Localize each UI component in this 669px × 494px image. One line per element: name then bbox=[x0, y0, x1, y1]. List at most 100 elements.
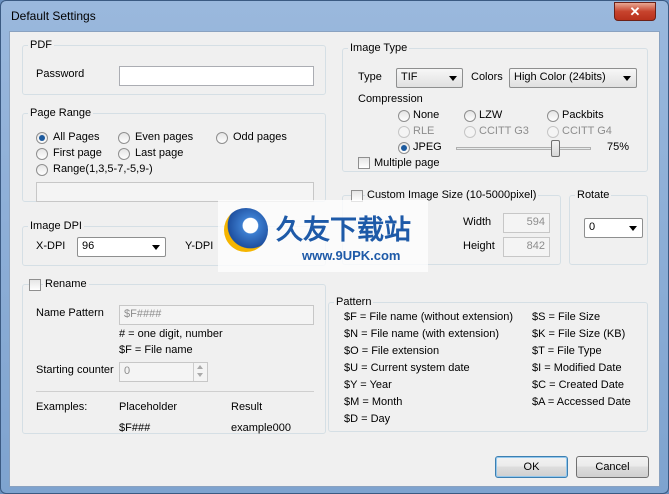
pattern-item: $K = File Size (KB) bbox=[532, 328, 626, 340]
lzw-label[interactable]: LZW bbox=[479, 109, 502, 121]
multiple-page-label[interactable]: Multiple page bbox=[374, 157, 439, 169]
type-value: TIF bbox=[401, 71, 418, 83]
password-field[interactable] bbox=[119, 66, 314, 86]
pattern-item: $I = Modified Date bbox=[532, 362, 622, 374]
pattern-item: $F = File name (without extension) bbox=[344, 311, 514, 323]
none-label[interactable]: None bbox=[413, 109, 439, 121]
jpeg-radio[interactable] bbox=[398, 142, 410, 154]
pattern-item: $O = File extension bbox=[344, 345, 440, 357]
settings-window: Default Settings ✕ PDF Password Page Ran… bbox=[0, 0, 669, 494]
pattern-item: $M = Month bbox=[344, 396, 403, 408]
image-type-label: Image Type bbox=[348, 42, 410, 54]
pdf-group-label: PDF bbox=[28, 39, 54, 51]
rename-group: Rename Name Pattern $F#### # = one digit… bbox=[22, 278, 326, 434]
watermark-url: www.9UPK.com bbox=[302, 248, 401, 263]
ccitt-g4-label[interactable]: CCITT G4 bbox=[562, 125, 612, 137]
watermark-text: 久友下载站 bbox=[276, 215, 411, 245]
example-placeholder: $F### bbox=[119, 422, 151, 434]
window-title: Default Settings bbox=[11, 9, 96, 23]
examples-label: Examples: bbox=[36, 401, 88, 413]
none-radio[interactable] bbox=[398, 110, 410, 122]
even-pages-radio[interactable] bbox=[118, 132, 130, 144]
ccitt-g3-label[interactable]: CCITT G3 bbox=[479, 125, 529, 137]
compression-label: Compression bbox=[358, 93, 423, 105]
pattern-label: Pattern bbox=[334, 296, 374, 308]
jpeg-label[interactable]: JPEG bbox=[413, 141, 442, 153]
even-pages-label[interactable]: Even pages bbox=[135, 131, 193, 143]
last-page-label[interactable]: Last page bbox=[135, 147, 183, 159]
dialog-body: PDF Password Page Range All Pages Even p… bbox=[9, 31, 660, 487]
quality-slider-thumb[interactable] bbox=[551, 140, 561, 157]
multiple-page-checkbox[interactable] bbox=[358, 157, 370, 169]
counter-spin-icon[interactable] bbox=[193, 363, 207, 381]
pattern-left-list: $F = File name (without extension) $N = … bbox=[344, 311, 513, 430]
rotate-select[interactable]: 0 bbox=[584, 218, 643, 238]
cancel-button[interactable]: Cancel bbox=[576, 456, 649, 478]
pattern-item: $T = File Type bbox=[532, 345, 602, 357]
pattern-hint-digit: # = one digit, number bbox=[119, 328, 223, 340]
result-header: Result bbox=[231, 401, 263, 413]
lzw-radio[interactable] bbox=[464, 110, 476, 122]
all-pages-label[interactable]: All Pages bbox=[53, 131, 99, 143]
type-label: Type bbox=[358, 71, 382, 83]
watermark-logo-icon bbox=[224, 208, 268, 252]
range-label[interactable]: Range(1,3,5-7,-5,9-) bbox=[53, 163, 153, 175]
ccitt-g3-radio[interactable] bbox=[464, 126, 476, 138]
colors-label: Colors bbox=[471, 71, 503, 83]
xdpi-label: X-DPI bbox=[36, 240, 66, 252]
rle-radio[interactable] bbox=[398, 126, 410, 138]
pattern-right-list: $S = File Size $K = File Size (KB) $T = … bbox=[532, 311, 631, 413]
range-field[interactable] bbox=[36, 182, 314, 202]
pattern-item: $S = File Size bbox=[532, 311, 601, 323]
rename-checkbox[interactable] bbox=[29, 279, 41, 291]
chevron-down-icon bbox=[152, 245, 160, 250]
all-pages-radio[interactable] bbox=[36, 132, 48, 144]
pdf-group: PDF Password bbox=[22, 39, 326, 95]
pattern-hint-filename: $F = File name bbox=[119, 344, 193, 356]
page-range-group: Page Range All Pages Even pages Odd page… bbox=[22, 107, 326, 202]
ok-button[interactable]: OK bbox=[495, 456, 568, 478]
quality-slider-track[interactable] bbox=[456, 147, 591, 150]
odd-pages-label[interactable]: Odd pages bbox=[233, 131, 287, 143]
password-label: Password bbox=[36, 68, 85, 80]
ydpi-label: Y-DPI bbox=[185, 240, 214, 252]
title-bar: Default Settings ✕ bbox=[1, 1, 668, 31]
last-page-radio[interactable] bbox=[118, 148, 130, 160]
pattern-item: $C = Created Date bbox=[532, 379, 625, 391]
odd-pages-radio[interactable] bbox=[216, 132, 228, 144]
pattern-item: $A = Accessed Date bbox=[532, 396, 631, 408]
rotate-group: Rotate 0 bbox=[569, 189, 648, 265]
ccitt-g4-radio[interactable] bbox=[547, 126, 559, 138]
type-select[interactable]: TIF bbox=[396, 68, 463, 88]
name-pattern-field[interactable]: $F#### bbox=[119, 305, 314, 325]
height-label: Height bbox=[463, 240, 495, 252]
packbits-radio[interactable] bbox=[547, 110, 559, 122]
width-field[interactable]: 594 bbox=[503, 213, 550, 233]
pattern-group: Pattern $F = File name (without extensio… bbox=[328, 296, 648, 432]
example-result: example000 bbox=[231, 422, 291, 434]
starting-counter-label: Starting counter bbox=[36, 364, 114, 376]
colors-select[interactable]: High Color (24bits) bbox=[509, 68, 637, 88]
image-type-group: Image Type Type TIF Colors High Color (2… bbox=[342, 42, 648, 172]
width-label: Width bbox=[463, 216, 492, 228]
rename-label[interactable]: Rename bbox=[43, 278, 89, 290]
name-pattern-label: Name Pattern bbox=[36, 307, 104, 319]
rotate-label: Rotate bbox=[575, 189, 612, 201]
range-radio[interactable] bbox=[36, 164, 48, 176]
rotate-value: 0 bbox=[589, 221, 596, 233]
image-dpi-label: Image DPI bbox=[28, 220, 84, 232]
chevron-down-icon bbox=[623, 76, 631, 81]
watermark: 久友下载站 www.9UPK.com bbox=[218, 200, 428, 272]
chevron-down-icon bbox=[629, 226, 637, 231]
first-page-label[interactable]: First page bbox=[53, 147, 102, 159]
rle-label[interactable]: RLE bbox=[413, 125, 434, 137]
colors-value: High Color (24bits) bbox=[514, 71, 606, 83]
pattern-item: $N = File name (with extension) bbox=[344, 328, 499, 340]
height-field[interactable]: 842 bbox=[503, 237, 550, 257]
close-button[interactable]: ✕ bbox=[614, 2, 656, 21]
xdpi-value: 96 bbox=[82, 240, 95, 252]
xdpi-select[interactable]: 96 bbox=[77, 237, 166, 257]
pattern-item: $D = Day bbox=[344, 413, 391, 425]
first-page-radio[interactable] bbox=[36, 148, 48, 160]
packbits-label[interactable]: Packbits bbox=[562, 109, 604, 121]
